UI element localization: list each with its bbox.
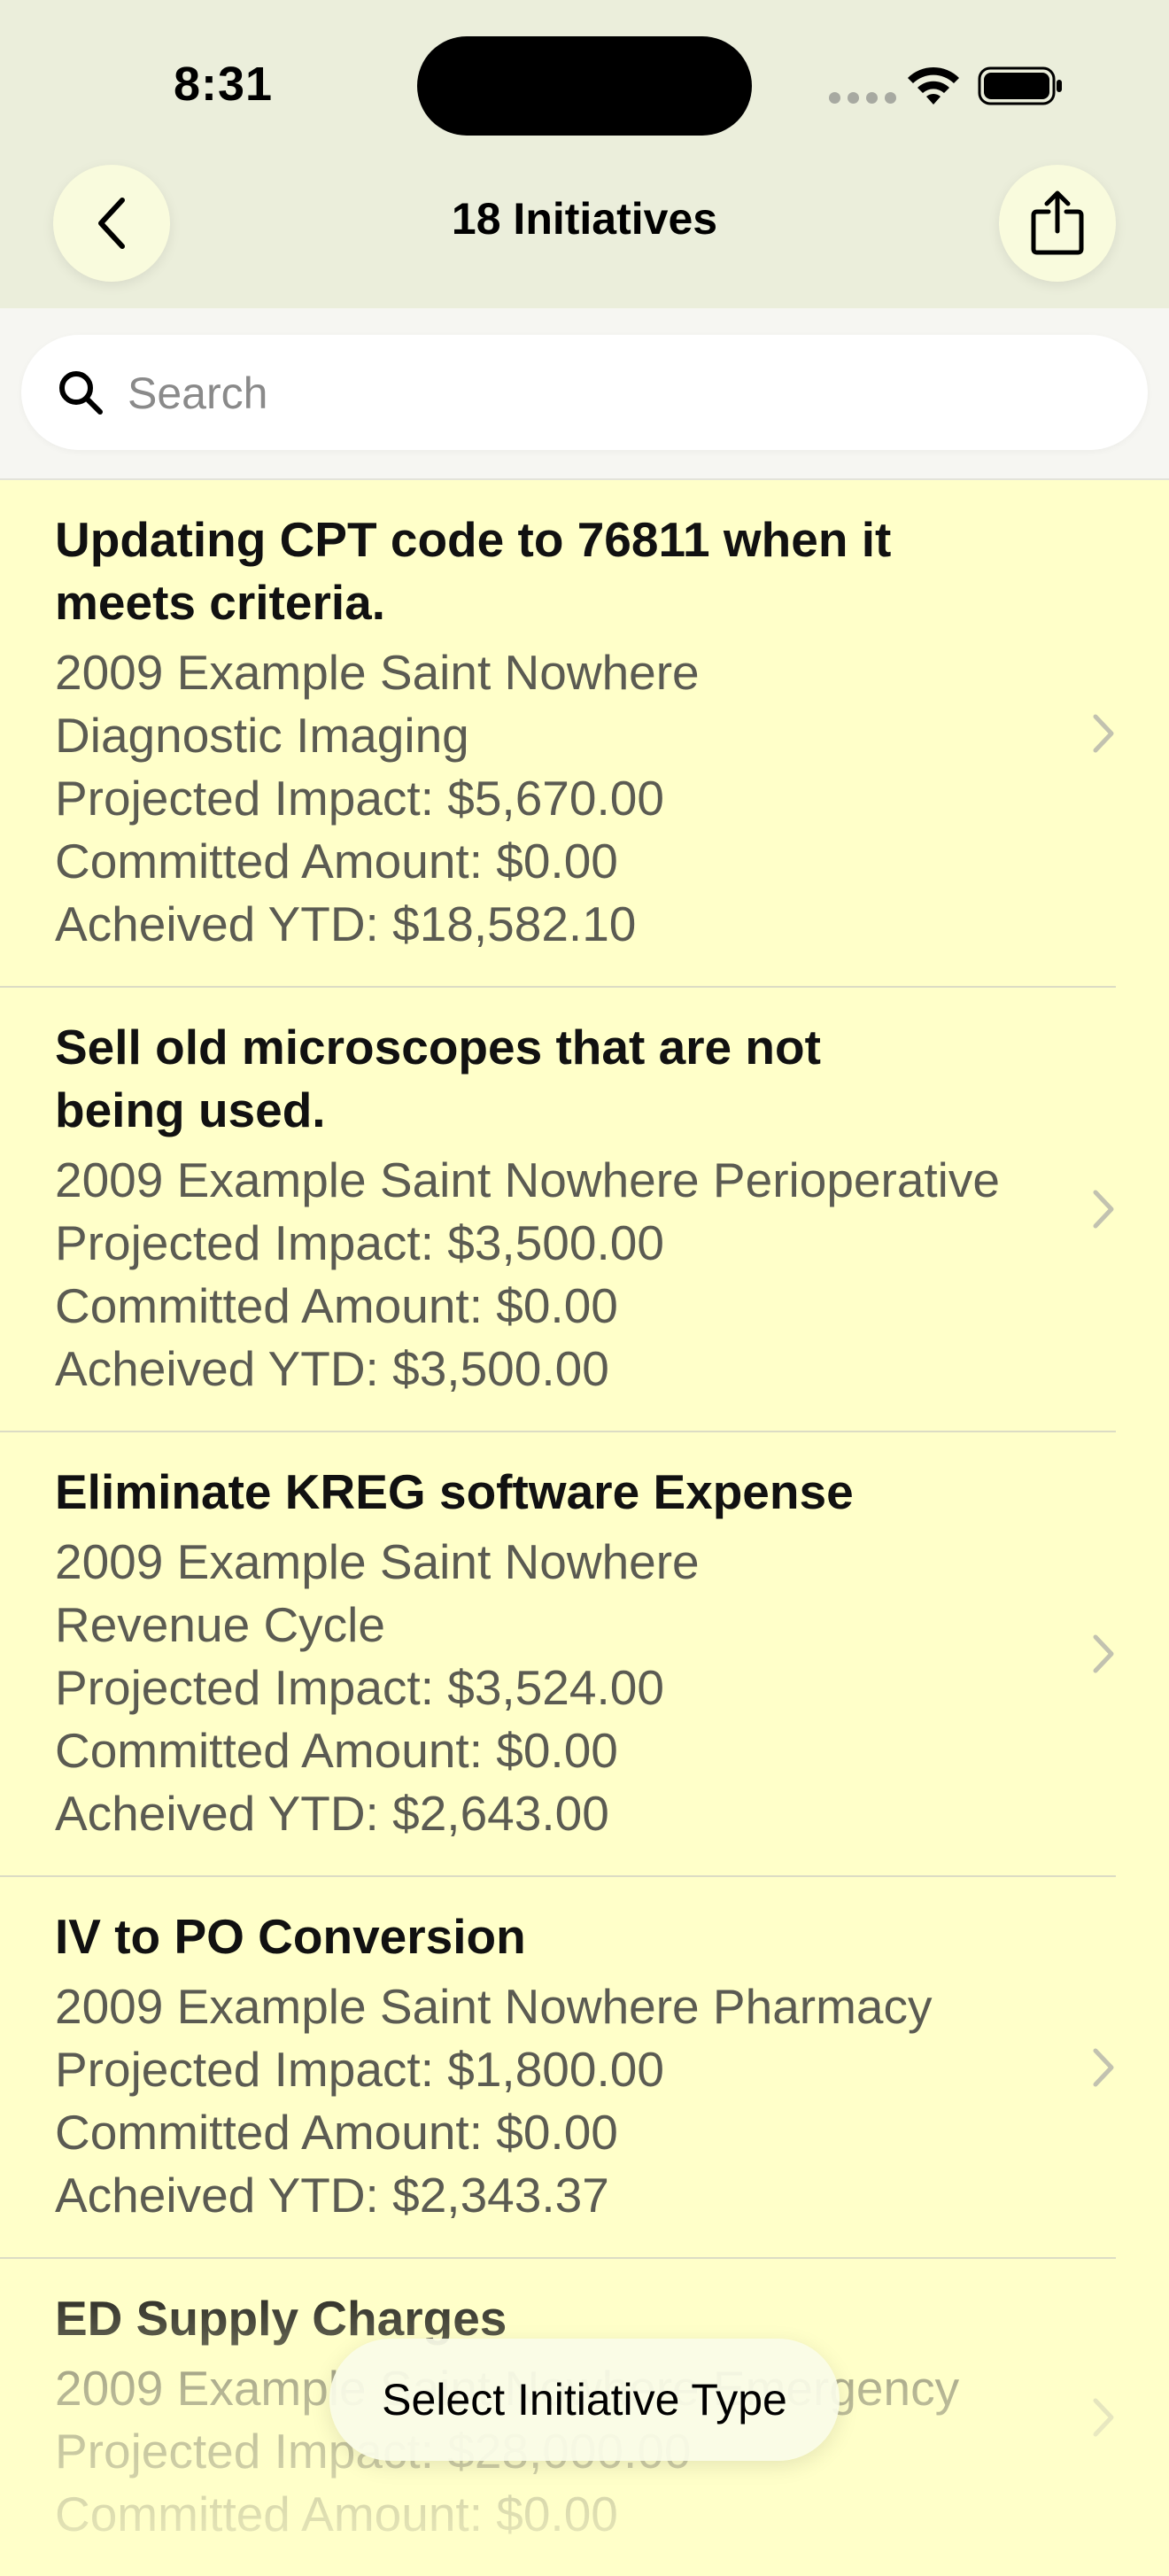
initiative-row[interactable]: Eliminate KREG software Expense 2009 Exa… bbox=[0, 1432, 1116, 1877]
initiative-committed-amount: Committed Amount: $0.00 bbox=[55, 834, 618, 888]
initiative-organization: 2009 Example Saint Nowhere bbox=[55, 645, 700, 700]
initiative-department: Diagnostic Imaging bbox=[55, 708, 469, 763]
initiative-projected-impact: Projected Impact: $3,500.00 bbox=[55, 1215, 664, 1270]
initiative-organization: 2009 Example Saint Nowhere Pharmacy bbox=[55, 1979, 933, 2034]
status-time: 8:31 bbox=[174, 58, 274, 111]
initiative-projected-impact: Projected Impact: $5,670.00 bbox=[55, 771, 664, 826]
page-title: 18 Initiatives bbox=[451, 194, 718, 244]
initiative-projected-impact: Projected Impact: $1,800.00 bbox=[55, 2042, 664, 2097]
initiative-department: Revenue Cycle bbox=[55, 1597, 385, 1652]
chevron-right-icon bbox=[1093, 1634, 1114, 1673]
cellular-signal-icon bbox=[829, 92, 896, 104]
initiative-committed-amount: Committed Amount: $0.00 bbox=[55, 1278, 618, 1333]
wifi-icon bbox=[908, 66, 959, 105]
initiative-achieved-ytd: Acheived YTD: $3,500.00 bbox=[55, 1341, 609, 1396]
initiative-title: Eliminate KREG software Expense bbox=[55, 1464, 854, 1519]
search-bar-container bbox=[0, 308, 1169, 480]
initiative-committed-amount: Committed Amount: $0.00 bbox=[55, 1723, 618, 1778]
initiative-committed-amount: Committed Amount: $0.00 bbox=[55, 2487, 618, 2541]
initiative-row[interactable]: Sell old microscopes that are not being … bbox=[0, 988, 1116, 1432]
chevron-right-icon bbox=[1093, 1190, 1114, 1229]
chevron-right-icon bbox=[1093, 2048, 1114, 2086]
search-field[interactable] bbox=[21, 335, 1148, 452]
initiatives-list: Updating CPT code to 76811 when it meets… bbox=[0, 480, 1169, 2576]
initiative-row[interactable]: Updating CPT code to 76811 when it meets… bbox=[0, 480, 1116, 988]
header: 8:31 18 Initiatives bbox=[0, 0, 1169, 308]
battery-icon bbox=[978, 66, 1062, 105]
share-button[interactable] bbox=[999, 165, 1116, 282]
initiative-achieved-ytd: Acheived YTD: $18,582.10 bbox=[55, 896, 637, 951]
select-initiative-type-button[interactable]: Select Initiative Type bbox=[329, 2339, 840, 2461]
initiative-achieved-ytd: Acheived YTD: $2,643.00 bbox=[55, 1786, 609, 1841]
initiative-row[interactable]: IV to PO Conversion 2009 Example Saint N… bbox=[0, 1877, 1116, 2259]
dynamic-island bbox=[417, 36, 752, 136]
initiative-title: Updating CPT code to 76811 when it meets… bbox=[55, 512, 892, 630]
initiative-organization: 2009 Example Saint Nowhere Perioperative bbox=[55, 1152, 1000, 1207]
share-icon bbox=[1031, 190, 1084, 255]
initiative-achieved-ytd: Acheived YTD: $2,343.37 bbox=[55, 2168, 609, 2223]
search-input[interactable] bbox=[126, 335, 1121, 452]
chevron-right-icon bbox=[1093, 2398, 1114, 2437]
search-icon bbox=[59, 371, 103, 415]
initiative-committed-amount: Committed Amount: $0.00 bbox=[55, 2105, 618, 2160]
initiative-title: Sell old microscopes that are not being … bbox=[55, 1020, 821, 1137]
initiative-title: IV to PO Conversion bbox=[55, 1909, 526, 1964]
initiative-projected-impact: Projected Impact: $3,524.00 bbox=[55, 1660, 664, 1715]
initiative-organization: 2009 Example Saint Nowhere bbox=[55, 1534, 700, 1589]
chevron-right-icon bbox=[1093, 714, 1114, 752]
